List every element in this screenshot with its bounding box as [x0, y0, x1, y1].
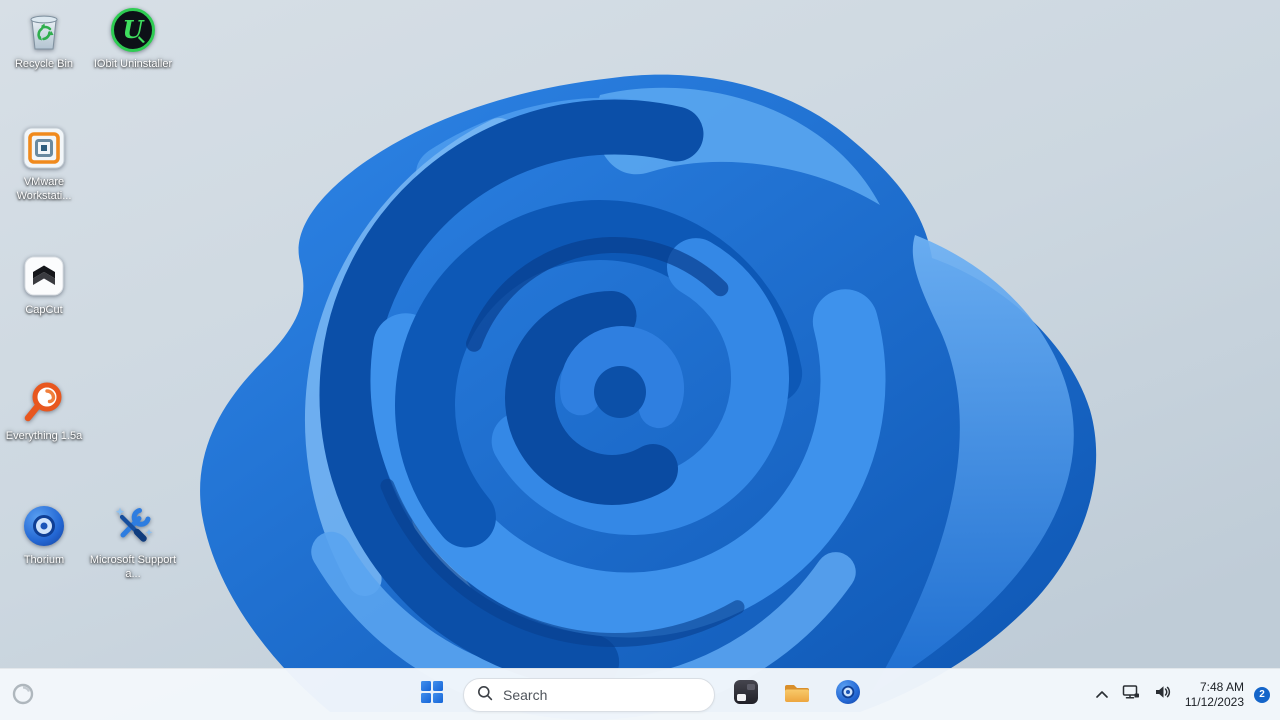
desktop-icon-iobit-uninstaller[interactable]: U IObit Uninstaller — [89, 6, 177, 71]
taskbar-tray: 7:48 AM 11/12/2023 2 — [1090, 669, 1276, 720]
browser-circle-icon — [835, 679, 861, 710]
taskbar-search[interactable]: Search — [463, 677, 715, 712]
desktop-icon-label: CapCut — [25, 304, 63, 316]
wallpaper-bloom — [0, 0, 1280, 720]
desktop-icon-microsoft-support[interactable]: Microsoft Support a... — [89, 502, 177, 582]
dark-app-icon — [733, 679, 759, 710]
desktop-icon-label: Thorium — [23, 554, 65, 566]
video-watermark-logo — [12, 683, 34, 710]
clock[interactable]: 7:48 AM 11/12/2023 — [1179, 680, 1250, 710]
microsoft-support-tools-icon — [109, 502, 157, 550]
pinned-dark-app-button[interactable] — [726, 675, 766, 715]
speaker-icon — [1154, 684, 1171, 705]
desktop-icon-label: Microsoft Support a... — [89, 554, 177, 581]
windows-logo-icon — [420, 680, 444, 709]
volume-button[interactable] — [1148, 675, 1177, 715]
desktop-icon-label: Everything 1.5a — [5, 430, 83, 442]
recycle-bin-icon — [20, 6, 68, 54]
clock-date: 11/12/2023 — [1184, 694, 1244, 709]
search-placeholder-text: Search — [503, 686, 548, 703]
network-monitor-icon — [1122, 684, 1140, 705]
iobit-uninstaller-icon: U — [109, 6, 157, 54]
file-explorer-button[interactable] — [777, 675, 817, 715]
vmware-workstation-icon — [20, 124, 68, 172]
chevron-up-icon — [1096, 686, 1108, 704]
notification-badge[interactable]: 2 — [1254, 686, 1270, 703]
taskbar-center-group: Search — [412, 669, 868, 720]
folder-icon — [783, 680, 811, 709]
desktop-icon-label: Recycle Bin — [14, 58, 74, 70]
start-button[interactable] — [412, 675, 452, 715]
magnifier-icon — [477, 685, 493, 704]
tray-expand-button[interactable] — [1090, 675, 1114, 715]
taskbar: Search 7:48 AM 11/12/2023 2 — [0, 668, 1280, 720]
network-button[interactable] — [1116, 675, 1146, 715]
desktop-icon-vmware[interactable]: VMware Workstati... — [0, 124, 88, 204]
thorium-browser-icon — [20, 502, 68, 550]
browser-button[interactable] — [828, 675, 868, 715]
desktop-icon-capcut[interactable]: CapCut — [0, 252, 88, 317]
desktop-icon-thorium[interactable]: Thorium — [0, 502, 88, 567]
everything-search-icon — [20, 378, 68, 426]
notification-count: 2 — [1259, 689, 1265, 700]
desktop-icon-everything[interactable]: Everything 1.5a — [0, 378, 88, 443]
desktop-icon-recycle-bin[interactable]: Recycle Bin — [0, 6, 88, 71]
capcut-icon — [20, 252, 68, 300]
desktop-icon-label: VMware Workstati... — [16, 176, 72, 203]
desktop-screen: Recycle Bin U IObit Uninstaller VMware W… — [0, 0, 1280, 720]
clock-time: 7:48 AM — [1199, 679, 1244, 694]
desktop-icon-label: IObit Uninstaller — [93, 58, 173, 70]
